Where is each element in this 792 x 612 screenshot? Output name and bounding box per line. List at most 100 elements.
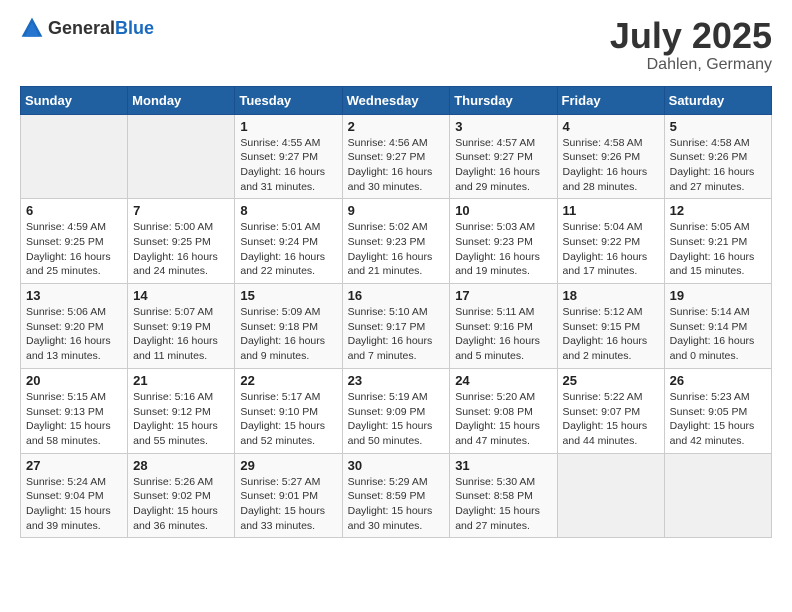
day-number: 2 [348, 119, 445, 134]
calendar-cell: 18 Sunrise: 5:12 AMSunset: 9:15 PMDaylig… [557, 284, 664, 369]
day-number: 19 [670, 288, 766, 303]
day-number: 21 [133, 373, 229, 388]
calendar-cell: 23 Sunrise: 5:19 AMSunset: 9:09 PMDaylig… [342, 368, 450, 453]
title-area: July 2025 Dahlen, Germany [610, 16, 772, 74]
day-info: Sunrise: 5:03 AMSunset: 9:23 PMDaylight:… [455, 220, 551, 279]
day-number: 16 [348, 288, 445, 303]
day-info: Sunrise: 5:19 AMSunset: 9:09 PMDaylight:… [348, 390, 445, 449]
calendar-week-row: 20 Sunrise: 5:15 AMSunset: 9:13 PMDaylig… [21, 368, 772, 453]
calendar-cell: 20 Sunrise: 5:15 AMSunset: 9:13 PMDaylig… [21, 368, 128, 453]
day-number: 22 [240, 373, 336, 388]
day-number: 23 [348, 373, 445, 388]
day-info: Sunrise: 5:09 AMSunset: 9:18 PMDaylight:… [240, 305, 336, 364]
calendar-cell: 17 Sunrise: 5:11 AMSunset: 9:16 PMDaylig… [450, 284, 557, 369]
day-info: Sunrise: 5:10 AMSunset: 9:17 PMDaylight:… [348, 305, 445, 364]
calendar-cell: 5 Sunrise: 4:58 AMSunset: 9:26 PMDayligh… [664, 114, 771, 199]
calendar-cell: 10 Sunrise: 5:03 AMSunset: 9:23 PMDaylig… [450, 199, 557, 284]
day-number: 8 [240, 203, 336, 218]
day-number: 6 [26, 203, 122, 218]
day-info: Sunrise: 5:11 AMSunset: 9:16 PMDaylight:… [455, 305, 551, 364]
calendar-cell: 12 Sunrise: 5:05 AMSunset: 9:21 PMDaylig… [664, 199, 771, 284]
day-number: 13 [26, 288, 122, 303]
calendar-week-row: 27 Sunrise: 5:24 AMSunset: 9:04 PMDaylig… [21, 453, 772, 538]
calendar-cell [128, 114, 235, 199]
day-number: 30 [348, 458, 445, 473]
header-wednesday: Wednesday [342, 86, 450, 114]
day-number: 11 [563, 203, 659, 218]
calendar-cell: 7 Sunrise: 5:00 AMSunset: 9:25 PMDayligh… [128, 199, 235, 284]
day-number: 27 [26, 458, 122, 473]
calendar-cell: 28 Sunrise: 5:26 AMSunset: 9:02 PMDaylig… [128, 453, 235, 538]
day-info: Sunrise: 5:23 AMSunset: 9:05 PMDaylight:… [670, 390, 766, 449]
subtitle: Dahlen, Germany [610, 56, 772, 74]
calendar-cell: 21 Sunrise: 5:16 AMSunset: 9:12 PMDaylig… [128, 368, 235, 453]
calendar-cell: 9 Sunrise: 5:02 AMSunset: 9:23 PMDayligh… [342, 199, 450, 284]
calendar-cell: 24 Sunrise: 5:20 AMSunset: 9:08 PMDaylig… [450, 368, 557, 453]
calendar-cell: 27 Sunrise: 5:24 AMSunset: 9:04 PMDaylig… [21, 453, 128, 538]
calendar-cell: 11 Sunrise: 5:04 AMSunset: 9:22 PMDaylig… [557, 199, 664, 284]
day-info: Sunrise: 5:05 AMSunset: 9:21 PMDaylight:… [670, 220, 766, 279]
calendar-cell: 15 Sunrise: 5:09 AMSunset: 9:18 PMDaylig… [235, 284, 342, 369]
calendar-cell [21, 114, 128, 199]
calendar-cell: 4 Sunrise: 4:58 AMSunset: 9:26 PMDayligh… [557, 114, 664, 199]
day-number: 20 [26, 373, 122, 388]
day-number: 26 [670, 373, 766, 388]
day-number: 1 [240, 119, 336, 134]
day-info: Sunrise: 5:30 AMSunset: 8:58 PMDaylight:… [455, 475, 551, 534]
day-number: 18 [563, 288, 659, 303]
calendar-cell: 1 Sunrise: 4:55 AMSunset: 9:27 PMDayligh… [235, 114, 342, 199]
day-info: Sunrise: 5:26 AMSunset: 9:02 PMDaylight:… [133, 475, 229, 534]
calendar-cell: 16 Sunrise: 5:10 AMSunset: 9:17 PMDaylig… [342, 284, 450, 369]
header-monday: Monday [128, 86, 235, 114]
calendar-week-row: 13 Sunrise: 5:06 AMSunset: 9:20 PMDaylig… [21, 284, 772, 369]
day-info: Sunrise: 4:57 AMSunset: 9:27 PMDaylight:… [455, 136, 551, 195]
calendar-cell: 6 Sunrise: 4:59 AMSunset: 9:25 PMDayligh… [21, 199, 128, 284]
calendar-cell: 31 Sunrise: 5:30 AMSunset: 8:58 PMDaylig… [450, 453, 557, 538]
logo: GeneralBlue [20, 16, 154, 40]
day-info: Sunrise: 5:17 AMSunset: 9:10 PMDaylight:… [240, 390, 336, 449]
day-info: Sunrise: 4:56 AMSunset: 9:27 PMDaylight:… [348, 136, 445, 195]
day-number: 9 [348, 203, 445, 218]
header: GeneralBlue July 2025 Dahlen, Germany [20, 16, 772, 74]
day-number: 10 [455, 203, 551, 218]
day-info: Sunrise: 4:59 AMSunset: 9:25 PMDaylight:… [26, 220, 122, 279]
calendar-cell [557, 453, 664, 538]
calendar-week-row: 1 Sunrise: 4:55 AMSunset: 9:27 PMDayligh… [21, 114, 772, 199]
calendar-cell: 13 Sunrise: 5:06 AMSunset: 9:20 PMDaylig… [21, 284, 128, 369]
day-info: Sunrise: 5:16 AMSunset: 9:12 PMDaylight:… [133, 390, 229, 449]
day-info: Sunrise: 5:02 AMSunset: 9:23 PMDaylight:… [348, 220, 445, 279]
day-number: 28 [133, 458, 229, 473]
calendar-cell: 30 Sunrise: 5:29 AMSunset: 8:59 PMDaylig… [342, 453, 450, 538]
calendar-cell: 19 Sunrise: 5:14 AMSunset: 9:14 PMDaylig… [664, 284, 771, 369]
day-info: Sunrise: 4:58 AMSunset: 9:26 PMDaylight:… [563, 136, 659, 195]
day-info: Sunrise: 5:01 AMSunset: 9:24 PMDaylight:… [240, 220, 336, 279]
header-friday: Friday [557, 86, 664, 114]
calendar-cell: 2 Sunrise: 4:56 AMSunset: 9:27 PMDayligh… [342, 114, 450, 199]
calendar-cell: 14 Sunrise: 5:07 AMSunset: 9:19 PMDaylig… [128, 284, 235, 369]
day-info: Sunrise: 5:29 AMSunset: 8:59 PMDaylight:… [348, 475, 445, 534]
day-info: Sunrise: 5:27 AMSunset: 9:01 PMDaylight:… [240, 475, 336, 534]
header-thursday: Thursday [450, 86, 557, 114]
header-tuesday: Tuesday [235, 86, 342, 114]
day-info: Sunrise: 5:22 AMSunset: 9:07 PMDaylight:… [563, 390, 659, 449]
day-number: 24 [455, 373, 551, 388]
day-info: Sunrise: 5:14 AMSunset: 9:14 PMDaylight:… [670, 305, 766, 364]
day-number: 15 [240, 288, 336, 303]
header-sunday: Sunday [21, 86, 128, 114]
day-number: 3 [455, 119, 551, 134]
day-number: 14 [133, 288, 229, 303]
day-info: Sunrise: 5:24 AMSunset: 9:04 PMDaylight:… [26, 475, 122, 534]
day-info: Sunrise: 5:07 AMSunset: 9:19 PMDaylight:… [133, 305, 229, 364]
day-number: 5 [670, 119, 766, 134]
day-info: Sunrise: 5:15 AMSunset: 9:13 PMDaylight:… [26, 390, 122, 449]
day-number: 29 [240, 458, 336, 473]
calendar-cell: 29 Sunrise: 5:27 AMSunset: 9:01 PMDaylig… [235, 453, 342, 538]
day-number: 25 [563, 373, 659, 388]
calendar-week-row: 6 Sunrise: 4:59 AMSunset: 9:25 PMDayligh… [21, 199, 772, 284]
day-info: Sunrise: 5:20 AMSunset: 9:08 PMDaylight:… [455, 390, 551, 449]
calendar-cell: 22 Sunrise: 5:17 AMSunset: 9:10 PMDaylig… [235, 368, 342, 453]
logo-icon [20, 16, 44, 40]
logo-text-blue: Blue [115, 18, 154, 38]
day-number: 4 [563, 119, 659, 134]
day-info: Sunrise: 4:58 AMSunset: 9:26 PMDaylight:… [670, 136, 766, 195]
